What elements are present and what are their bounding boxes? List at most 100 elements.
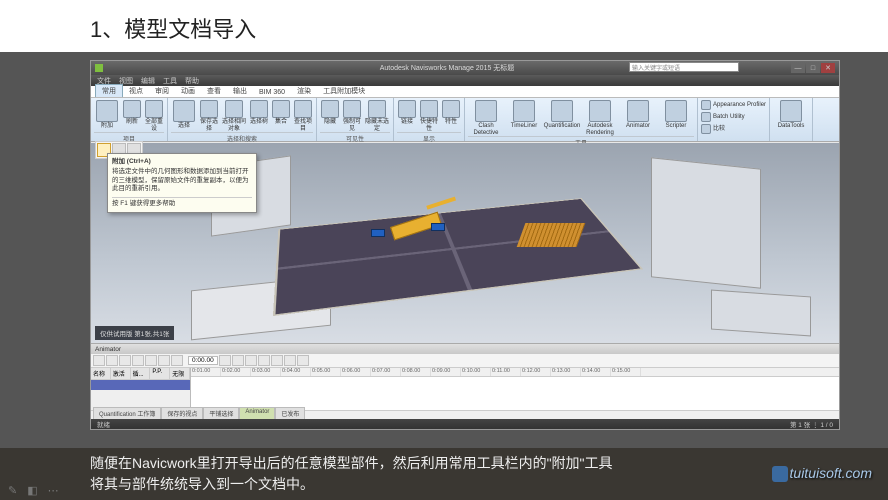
titlebar: Autodesk Navisworks Manage 2015 无标题 输入关键…	[91, 61, 839, 75]
anim-tool-button[interactable]	[145, 355, 157, 366]
appprof-icon	[701, 100, 711, 110]
bottom-panel-tabs: Quantification 工作簿 保存的视点 平铺选择 Animator 已…	[93, 407, 305, 419]
caption-line-1: 随便在Navicwork里打开导出后的任意模型部件，然后利用常用工具栏内的"附加…	[90, 453, 864, 474]
timeliner-button[interactable]: TimeLiner	[506, 100, 542, 136]
find-items-button[interactable]: 查找项目	[293, 100, 313, 132]
ribbon-group-display: 链接 快捷特性 特性 显示	[394, 98, 465, 141]
batch-utility-button[interactable]: Batch Utility	[701, 112, 766, 123]
tab-saved-viewpoints[interactable]: 保存的视点	[161, 407, 203, 419]
properties-button[interactable]: 特性	[441, 100, 461, 132]
find-icon	[294, 100, 312, 118]
ribbon-tab-addins[interactable]: 工具附加模块	[317, 85, 371, 97]
close-button[interactable]: ✕	[821, 63, 835, 73]
hide-icon	[321, 100, 339, 118]
datatools-button[interactable]: DataTools	[773, 100, 809, 130]
anim-tool-button[interactable]	[132, 355, 144, 366]
anim-tool-button[interactable]	[93, 355, 105, 366]
select-same-button[interactable]: 选择相同对象	[221, 100, 247, 132]
presenter-toolbar: ✎ ◧ ⋯	[8, 484, 59, 497]
appearance-profiler-button[interactable]: Appearance Profiler	[701, 100, 766, 111]
save-selection-button[interactable]: 保存选择	[199, 100, 219, 132]
anim-prev-button[interactable]	[232, 355, 244, 366]
links-button[interactable]: 链接	[397, 100, 417, 132]
slide-frame: Autodesk Navisworks Manage 2015 无标题 输入关键…	[0, 52, 888, 452]
ribbon-tabstrip: 常用 视点 审阅 动画 查看 输出 BIM 360 渲染 工具附加模块	[91, 86, 839, 98]
materials-stack	[517, 223, 586, 247]
anim-end-button[interactable]	[297, 355, 309, 366]
quick-props-button[interactable]: 快捷特性	[419, 100, 439, 132]
hide-unselected-button[interactable]: 隐藏未选定	[364, 100, 390, 132]
timeliner-icon	[513, 100, 535, 122]
compare-button[interactable]: 比较	[701, 124, 766, 135]
status-right: 第 1 张 ⋮ 1 / 0	[790, 419, 833, 429]
help-search-input[interactable]: 输入关键字或短语	[629, 62, 739, 72]
maximize-button[interactable]: □	[806, 63, 820, 73]
ribbon-tab-viewpoint[interactable]: 视点	[123, 85, 149, 97]
ribbon-tab-animation[interactable]: 动画	[175, 85, 201, 97]
sets-icon	[272, 100, 290, 118]
tab-published[interactable]: 已发布	[275, 407, 305, 419]
quantification-button[interactable]: Quantification	[544, 100, 580, 136]
anim-tool-button[interactable]	[106, 355, 118, 366]
menu-edit[interactable]: 编辑	[141, 76, 155, 86]
ribbon-group-tools-extra: Appearance Profiler Batch Utility 比较	[698, 98, 770, 141]
ribbon-tab-bim360[interactable]: BIM 360	[253, 88, 291, 97]
anim-tool-button[interactable]	[158, 355, 170, 366]
ribbon-group-tools: Clash Detective TimeLiner Quantification…	[465, 98, 698, 141]
animator-button[interactable]: Animator	[620, 100, 656, 136]
ribbon-tab-view[interactable]: 查看	[201, 85, 227, 97]
rendering-button[interactable]: Autodesk Rendering	[582, 100, 618, 136]
more-icon[interactable]: ⋯	[48, 484, 59, 497]
ribbon-group-project: 附加 刷新 全部重设 项目	[91, 98, 168, 141]
ribbon-tab-home[interactable]: 常用	[95, 84, 123, 97]
tooltip-footer: 按 F1 键获得更多帮助	[112, 197, 252, 208]
ribbon-tab-render[interactable]: 渲染	[291, 85, 317, 97]
col-inf: 无限	[170, 368, 190, 379]
tab-animator[interactable]: Animator	[239, 407, 275, 419]
caption-line-2: 将其与部件统统导入到一个文档中。	[90, 474, 864, 495]
scripter-button[interactable]: Scripter	[658, 100, 694, 136]
marker-icon[interactable]: ◧	[27, 484, 37, 497]
ribbon-tab-review[interactable]: 审阅	[149, 85, 175, 97]
require-button[interactable]: 强制可见	[342, 100, 362, 132]
col-loop: 循...	[131, 368, 151, 379]
anim-stop-button[interactable]	[258, 355, 270, 366]
require-icon	[343, 100, 361, 118]
anim-tool-button[interactable]	[119, 355, 131, 366]
tab-tile-selection[interactable]: 平铺选择	[203, 407, 239, 419]
col-name: 名称	[91, 368, 111, 379]
pen-icon[interactable]: ✎	[8, 484, 17, 497]
datatools-icon	[780, 100, 802, 122]
select-button[interactable]: 选择	[171, 100, 197, 132]
animator-row-selected[interactable]	[91, 380, 190, 390]
ribbon-group-select: 选择 保存选择 选择相同对象 选择树 集合 查找项目 选择和搜索	[168, 98, 317, 141]
scripter-icon	[665, 100, 687, 122]
ribbon-group-visibility: 隐藏 强制可见 隐藏未选定 可见性	[317, 98, 394, 141]
menu-help[interactable]: 帮助	[185, 76, 199, 86]
clash-detective-button[interactable]: Clash Detective	[468, 100, 504, 136]
menu-tools[interactable]: 工具	[163, 76, 177, 86]
animator-timecode[interactable]: 0:00.00	[188, 356, 218, 365]
minimize-button[interactable]: —	[791, 63, 805, 73]
anim-rewind-button[interactable]	[219, 355, 231, 366]
ribbon-tab-output[interactable]: 输出	[227, 85, 253, 97]
anim-play-button[interactable]	[271, 355, 283, 366]
animator-timeline[interactable]: 0:01.00 0:02.00 0:03.00 0:04.00 0:05.00 …	[191, 368, 839, 410]
anim-playrev-button[interactable]	[245, 355, 257, 366]
refresh-icon	[123, 100, 141, 118]
timeline-ruler: 0:01.00 0:02.00 0:03.00 0:04.00 0:05.00 …	[191, 368, 839, 377]
links-icon	[398, 100, 416, 118]
refresh-button[interactable]: 刷新	[122, 100, 142, 132]
append-button[interactable]: 附加	[94, 100, 120, 132]
reset-all-button[interactable]: 全部重设	[144, 100, 164, 132]
render-icon	[589, 100, 611, 122]
sets-button[interactable]: 集合	[271, 100, 291, 132]
anim-tool-button[interactable]	[171, 355, 183, 366]
selection-tree-button[interactable]: 选择树	[249, 100, 269, 132]
append-icon	[96, 100, 118, 122]
ribbon: 附加 刷新 全部重设 项目 选择 保存选择 选择相同对象 选择树 集合 查找项目…	[91, 98, 839, 142]
tab-quantification[interactable]: Quantification 工作簿	[93, 407, 161, 419]
animator-tree[interactable]: 名称 激活 循... P.P. 无限	[91, 368, 191, 410]
anim-next-button[interactable]	[284, 355, 296, 366]
hide-button[interactable]: 隐藏	[320, 100, 340, 132]
